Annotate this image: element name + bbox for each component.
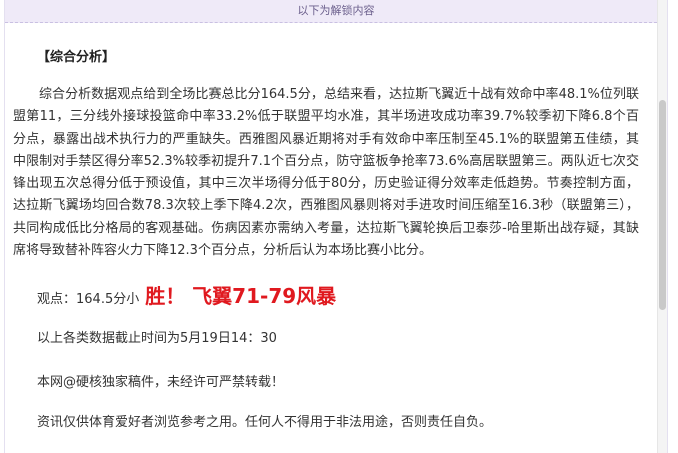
copyright-notice: 本网@硬核独家稿件，未经许可严禁转载！ (37, 375, 285, 390)
unlock-banner: 以下为解锁内容 (5, 0, 667, 23)
verdict-line: 观点：164.5分小 胜！ 飞翼71-79风暴 (37, 280, 336, 309)
disclaimer-note: 资讯仅供体育爱好者浏览参考之用。任何人不得用于非法用途，否则责任自负。 (37, 415, 493, 430)
data-cutoff-note: 以上各类数据截止时间为5月19日14：30 (37, 331, 277, 346)
verdict-result: 胜！ 飞翼71-79风暴 (145, 284, 337, 308)
article-frame: 以下为解锁内容 【综合分析】 综合分析数据观点给到全场比赛总比分164.5分，总… (4, 0, 668, 453)
section-heading: 【综合分析】 (37, 50, 116, 65)
analysis-paragraph: 综合分析数据观点给到全场比赛总比分164.5分，总结来看，达拉斯飞翼近十战有效命… (13, 87, 639, 259)
verdict-label: 观点：164.5分小 (37, 292, 140, 307)
vertical-scrollbar[interactable] (657, 0, 667, 453)
scrollbar-thumb[interactable] (659, 100, 666, 310)
unlock-banner-text: 以下为解锁内容 (297, 4, 375, 17)
